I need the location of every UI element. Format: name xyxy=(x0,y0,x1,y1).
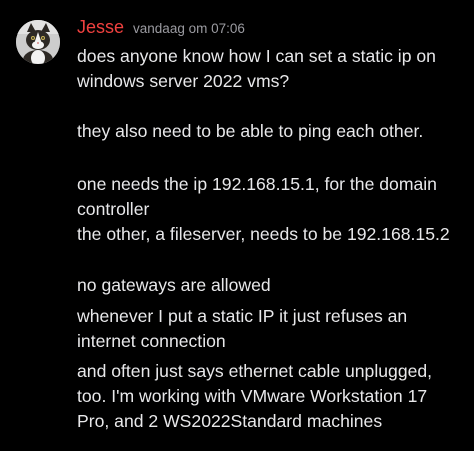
message-line: internet connection xyxy=(77,331,226,351)
author-name[interactable]: Jesse xyxy=(77,17,124,38)
message-line: does anyone know how I can set a static … xyxy=(77,46,436,66)
message-line: too. I'm working with VMware Workstation… xyxy=(77,386,428,406)
message-line: no gateways are allowed xyxy=(77,275,271,295)
message-line: and often just says ethernet cable unplu… xyxy=(77,361,433,381)
chat-message: Jesse vandaag om 07:06 does anyone know … xyxy=(0,0,474,451)
message-timestamp[interactable]: vandaag om 07:06 xyxy=(133,21,245,36)
message-line: the other, a fileserver, needs to be 192… xyxy=(77,224,450,244)
message-line: they also need to be able to ping each o… xyxy=(77,121,424,141)
message-line: one needs the ip 192.168.15.1, for the d… xyxy=(77,174,437,194)
message-content: does anyone know how I can set a static … xyxy=(77,44,465,434)
message-line: windows server 2022 vms? xyxy=(77,71,290,91)
message-line: whenever I put a static IP it just refus… xyxy=(77,306,408,326)
message-line: controller xyxy=(77,199,150,219)
cat-avatar-icon xyxy=(16,20,60,64)
user-avatar[interactable] xyxy=(16,20,60,64)
message-header: Jesse vandaag om 07:06 xyxy=(77,17,245,41)
message-line: Pro, and 2 WS2022Standard machines xyxy=(77,411,383,431)
